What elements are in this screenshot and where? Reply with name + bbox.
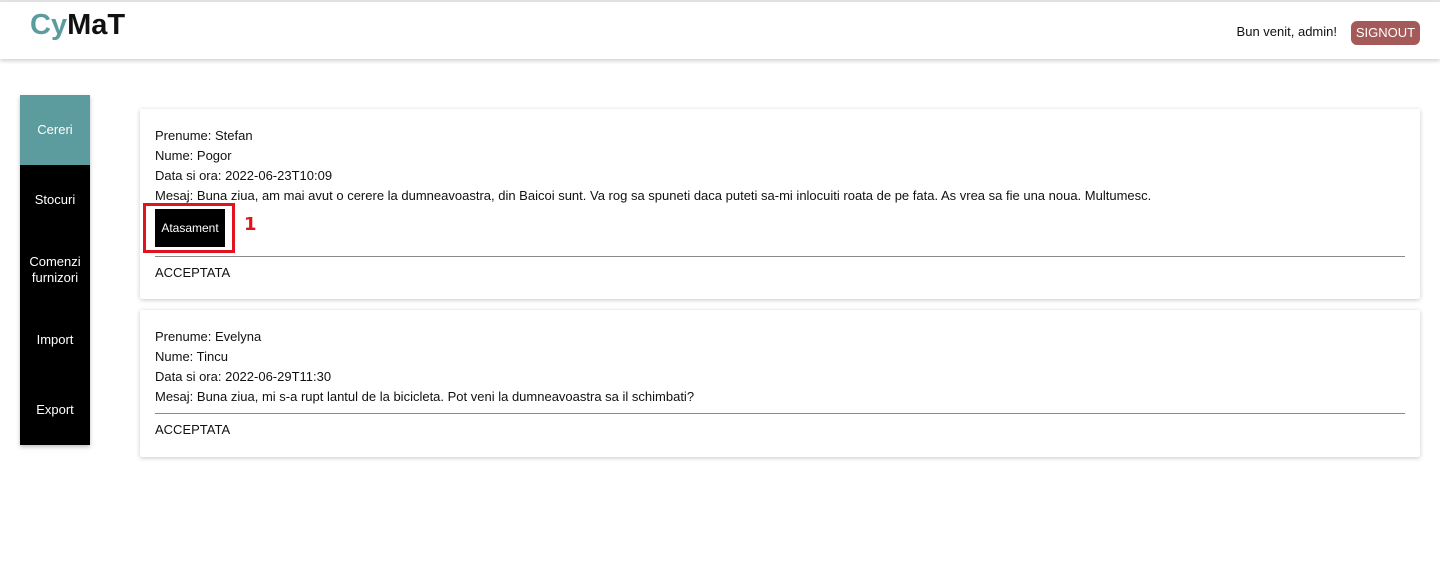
request-card: Prenume: Stefan Nume: Pogor Data si ora:… bbox=[140, 109, 1420, 299]
divider bbox=[155, 256, 1405, 257]
attachment-button[interactable]: Atasament bbox=[155, 209, 225, 247]
sidebar-item-export[interactable]: Export bbox=[20, 375, 90, 445]
sidebar-item-label: Import bbox=[36, 332, 74, 347]
sidebar-item-comenzi-furnizori[interactable]: Comenzi furnizori bbox=[20, 235, 90, 305]
sidebar-item-cereri[interactable]: Cereri bbox=[20, 95, 90, 165]
signout-button[interactable]: SIGNOUT bbox=[1351, 21, 1420, 45]
sidebar-item-label: Cereri bbox=[37, 122, 73, 137]
sidebar-item-label: Export bbox=[36, 402, 74, 417]
sidebar-item-label: Stocuri bbox=[34, 192, 76, 207]
sidebar: Cereri Stocuri Comenzi furnizori Import … bbox=[20, 95, 90, 445]
request-last-name: Nume: Tincu bbox=[155, 349, 228, 364]
request-last-name: Nume: Pogor bbox=[155, 148, 232, 163]
sidebar-item-import[interactable]: Import bbox=[20, 305, 90, 375]
sidebar-item-label: Comenzi furnizori bbox=[29, 254, 81, 285]
sidebar-item-stocuri[interactable]: Stocuri bbox=[20, 165, 90, 235]
request-datetime: Data si ora: 2022-06-23T10:09 bbox=[155, 168, 333, 183]
request-card: Prenume: Evelyna Nume: Tincu Data si ora… bbox=[140, 310, 1420, 457]
logo-part-mat: MaT bbox=[67, 9, 126, 41]
annotation-marker: 1 bbox=[244, 214, 257, 235]
request-datetime: Data si ora: 2022-06-29T11:30 bbox=[155, 369, 332, 384]
request-first-name: Prenume: Evelyna bbox=[155, 329, 262, 344]
welcome-text: Bun venit, admin! bbox=[1236, 24, 1337, 39]
request-status: ACCEPTATA bbox=[155, 422, 231, 437]
logo-part-cy: Cy bbox=[30, 9, 68, 41]
request-first-name: Prenume: Stefan bbox=[155, 128, 253, 143]
request-message: Mesaj: Buna ziua, mi s-a rupt lantul de … bbox=[155, 389, 695, 404]
request-message: Mesaj: Buna ziua, am mai avut o cerere l… bbox=[155, 188, 1152, 203]
request-status: ACCEPTATA bbox=[155, 265, 231, 280]
header-bar: CyMaT Bun venit, admin! SIGNOUT bbox=[0, 2, 1440, 59]
app-logo[interactable]: CyMaT bbox=[30, 8, 125, 42]
divider bbox=[155, 413, 1405, 414]
